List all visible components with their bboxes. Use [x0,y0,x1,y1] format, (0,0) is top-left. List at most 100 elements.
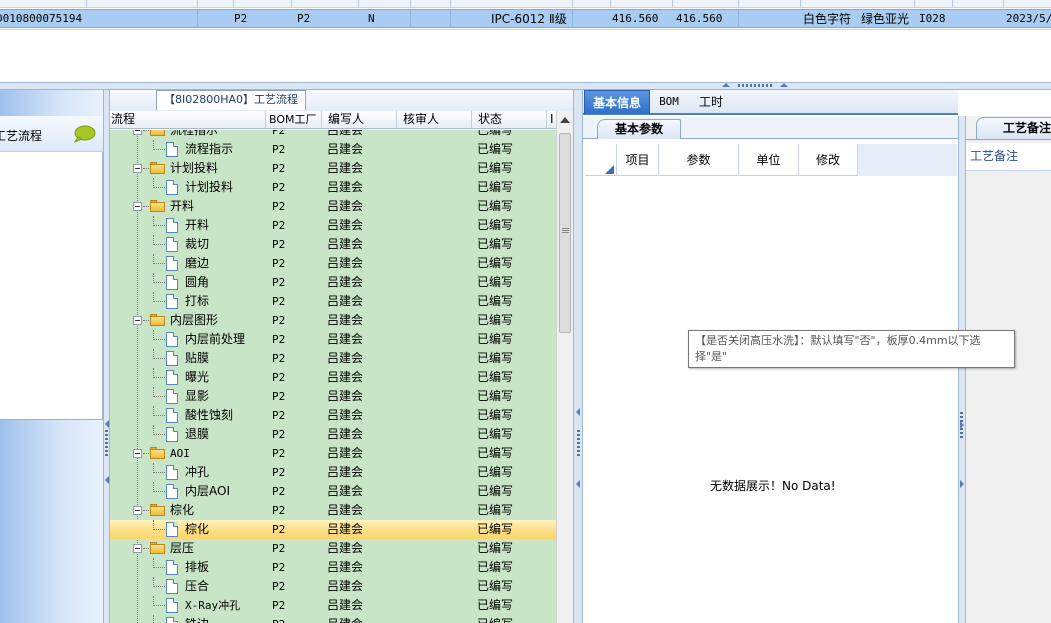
splitter-right-arrow-icon[interactable] [960,421,964,429]
tree-row-group[interactable]: 流程指示 P2 吕建会 已编写 [110,130,556,140]
vertical-splitter-right[interactable] [958,116,966,623]
cell-bom-factory: P2 [272,295,286,308]
collapse-toggle-icon[interactable] [133,506,142,515]
col-header-bom-factory[interactable]: BOM工厂 [266,111,322,128]
col-header-modify[interactable]: 修改 [799,144,858,176]
nav-item-process-flow[interactable]: 工艺流程 [0,116,103,152]
order-cell-standard: IPC-6012 Ⅱ级 [491,12,567,26]
order-cell-soldermask: 绿色亚光 [861,12,910,26]
tree-row-group[interactable]: 层压 P2 吕建会 已编写 [110,539,556,558]
tree-row-step[interactable]: 铣边 P2 吕建会 已编写 [110,615,556,623]
cell-status: 已编写 [477,161,514,175]
cell-process-name: 内层AOI [185,484,230,498]
cell-status: 已编写 [477,130,514,137]
splitter-left-arrow-icon[interactable] [105,476,109,484]
cell-status: 已编写 [477,370,514,384]
tree-row-step[interactable]: 棕化 P2 吕建会 已编写 [110,520,556,539]
cell-writer: 吕建会 [327,218,364,232]
cell-bom-factory: P2 [272,409,286,422]
col-header-extra[interactable]: I [547,111,556,128]
tree-row-step[interactable]: 曝光 P2 吕建会 已编写 [110,368,556,387]
app-window: D010800075194 P2 P2 N IPC-6012 Ⅱ级 416.56… [0,0,1051,623]
splitter-left-arrow-icon[interactable] [105,420,109,428]
tree-row-group[interactable]: 开料 P2 吕建会 已编写 [110,197,556,216]
col-header-item[interactable]: 项目 [617,144,659,176]
col-header-reviewer[interactable]: 核审人 [397,111,472,128]
tree-row-step[interactable]: 计划投料 P2 吕建会 已编写 [110,178,556,197]
folder-icon [150,162,165,174]
collapse-toggle-icon[interactable] [133,130,142,135]
tree-row-step[interactable]: 压合 P2 吕建会 已编写 [110,577,556,596]
cell-writer: 吕建会 [327,370,364,384]
scroll-thumb[interactable] [559,133,571,333]
order-cell-date: 2023/5/1 [1006,12,1051,25]
col-header-param[interactable]: 参数 [659,144,739,176]
col-header-status[interactable]: 状态 [472,111,547,128]
collapse-toggle-icon[interactable] [133,164,142,173]
splitter-right-arrow-icon[interactable] [960,480,964,488]
tree-row-group[interactable]: 内层图形 P2 吕建会 已编写 [110,311,556,330]
col-header-writer[interactable]: 编写人 [322,111,397,128]
tree-row-step[interactable]: 磨边 P2 吕建会 已编写 [110,254,556,273]
document-icon [166,427,178,442]
cell-process-name: 流程指示 [170,130,219,137]
tree-row-group[interactable]: 计划投料 P2 吕建会 已编写 [110,159,556,178]
order-cell: P2 [297,12,311,25]
tab-basic-info[interactable]: 基本信息 [584,90,650,114]
col-header-process[interactable]: 流程 [110,111,266,128]
cell-bom-factory: P2 [272,238,286,251]
tree-row-step[interactable]: 酸性蚀刻 P2 吕建会 已编写 [110,406,556,425]
process-scrollbar[interactable] [556,111,573,623]
tree-row-step[interactable]: 流程指示 P2 吕建会 已编写 [110,140,556,159]
col-header-unit[interactable]: 单位 [739,144,799,176]
cell-status: 已编写 [477,560,514,574]
cell-writer: 吕建会 [327,465,364,479]
cell-process-name: 流程指示 [185,142,234,156]
grid-corner-icon[interactable] [585,144,617,176]
splitter-up-arrow-icon[interactable] [722,83,730,87]
horizontal-splitter[interactable] [0,82,1051,90]
tree-row-step[interactable]: 退膜 P2 吕建会 已编写 [110,425,556,444]
vertical-splitter-left[interactable] [103,90,110,623]
tree-row-step[interactable]: 贴膜 P2 吕建会 已编写 [110,349,556,368]
collapse-toggle-icon[interactable] [133,449,142,458]
cell-process-name: 压合 [185,579,210,593]
process-tree-grid: 流程指示 P2 吕建会 已编写 流程指示 P2 吕建会 已编写 计划投料 P2 吕建会 已编写 计划投料… [110,130,556,623]
tree-row-step[interactable]: 显影 P2 吕建会 已编写 [110,387,556,406]
remark-column-header[interactable]: 工艺备注 [966,143,1051,171]
cell-status: 已编写 [477,275,514,289]
tab-bom[interactable]: BOM [653,90,685,114]
splitter-left-arrow-icon[interactable] [576,480,580,488]
document-icon [166,465,178,480]
order-row-selected[interactable]: D010800075194 P2 P2 N IPC-6012 Ⅱ级 416.56… [0,9,1051,28]
tree-row-group[interactable]: 棕化 P2 吕建会 已编写 [110,501,556,520]
splitter-grip-icon [738,84,772,87]
tab-man-hours[interactable]: 工时 [691,90,731,114]
tab-process-remarks[interactable]: 工艺备注 [976,117,1051,139]
tree-row-step[interactable]: 冲孔 P2 吕建会 已编写 [110,463,556,482]
cell-writer: 吕建会 [327,130,364,137]
collapse-toggle-icon[interactable] [133,202,142,211]
cell-bom-factory: P2 [272,130,286,137]
scroll-up-arrow-icon[interactable] [560,117,570,123]
collapse-toggle-icon[interactable] [133,544,142,553]
tree-row-step[interactable]: 打标 P2 吕建会 已编写 [110,292,556,311]
splitter-up-arrow-icon[interactable] [780,83,788,87]
tree-row-group[interactable]: AOI P2 吕建会 已编写 [110,444,556,463]
tree-row-step[interactable]: 内层AOI P2 吕建会 已编写 [110,482,556,501]
tab-basic-params[interactable]: 基本参数 [597,119,681,139]
cell-status: 已编写 [477,598,514,612]
vertical-splitter-middle[interactable] [573,90,583,623]
cell-bom-factory: P2 [272,542,286,555]
cell-status: 已编写 [477,408,514,422]
tree-row-step[interactable]: 开料 P2 吕建会 已编写 [110,216,556,235]
cell-writer: 吕建会 [327,256,364,270]
collapse-toggle-icon[interactable] [133,316,142,325]
splitter-left-arrow-icon[interactable] [576,408,580,416]
tree-row-step[interactable]: 排板 P2 吕建会 已编写 [110,558,556,577]
tree-row-step[interactable]: X-Ray冲孔 P2 吕建会 已编写 [110,596,556,615]
tree-row-step[interactable]: 裁切 P2 吕建会 已编写 [110,235,556,254]
tree-row-step[interactable]: 圆角 P2 吕建会 已编写 [110,273,556,292]
cell-status: 已编写 [477,313,514,327]
tree-row-step[interactable]: 内层前处理 P2 吕建会 已编写 [110,330,556,349]
